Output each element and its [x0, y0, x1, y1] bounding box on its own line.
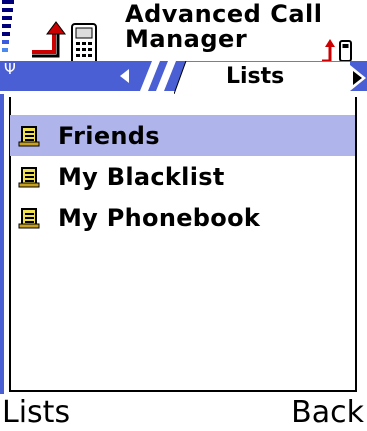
list-item-my-phonebook[interactable]: My Phonebook — [10, 197, 356, 238]
call-manager-status-icon — [322, 39, 352, 63]
scroll-list-icon — [18, 166, 40, 187]
signal-strength-icon — [2, 0, 14, 58]
list-right-border — [355, 97, 357, 392]
scroll-list-icon — [18, 125, 40, 146]
antenna-icon: Ψ — [4, 60, 16, 78]
tab-prev-arrow-icon[interactable] — [120, 69, 130, 83]
list-item-label: Friends — [58, 121, 160, 150]
right-softkey[interactable]: Back — [291, 396, 364, 430]
tab-label: Lists — [226, 64, 285, 89]
lists-list: Friends My Blacklist My Phonebook — [10, 115, 356, 238]
list-item-friends[interactable]: Friends — [10, 115, 356, 156]
list-left-edge — [0, 94, 6, 394]
tab-next-arrow-icon[interactable] — [350, 65, 366, 91]
scroll-list-icon — [18, 207, 40, 228]
list-item-my-blacklist[interactable]: My Blacklist — [10, 156, 356, 197]
call-manager-icon — [32, 21, 97, 65]
app-title-line1: Advanced Call — [125, 0, 323, 28]
list-item-label: My Blacklist — [58, 162, 225, 191]
softkey-bar: Lists Back — [0, 394, 367, 431]
app-title: Advanced Call Manager — [125, 2, 322, 52]
left-softkey[interactable]: Lists — [2, 396, 70, 430]
app-title-line2: Manager — [125, 25, 248, 53]
list-item-label: My Phonebook — [58, 203, 261, 232]
